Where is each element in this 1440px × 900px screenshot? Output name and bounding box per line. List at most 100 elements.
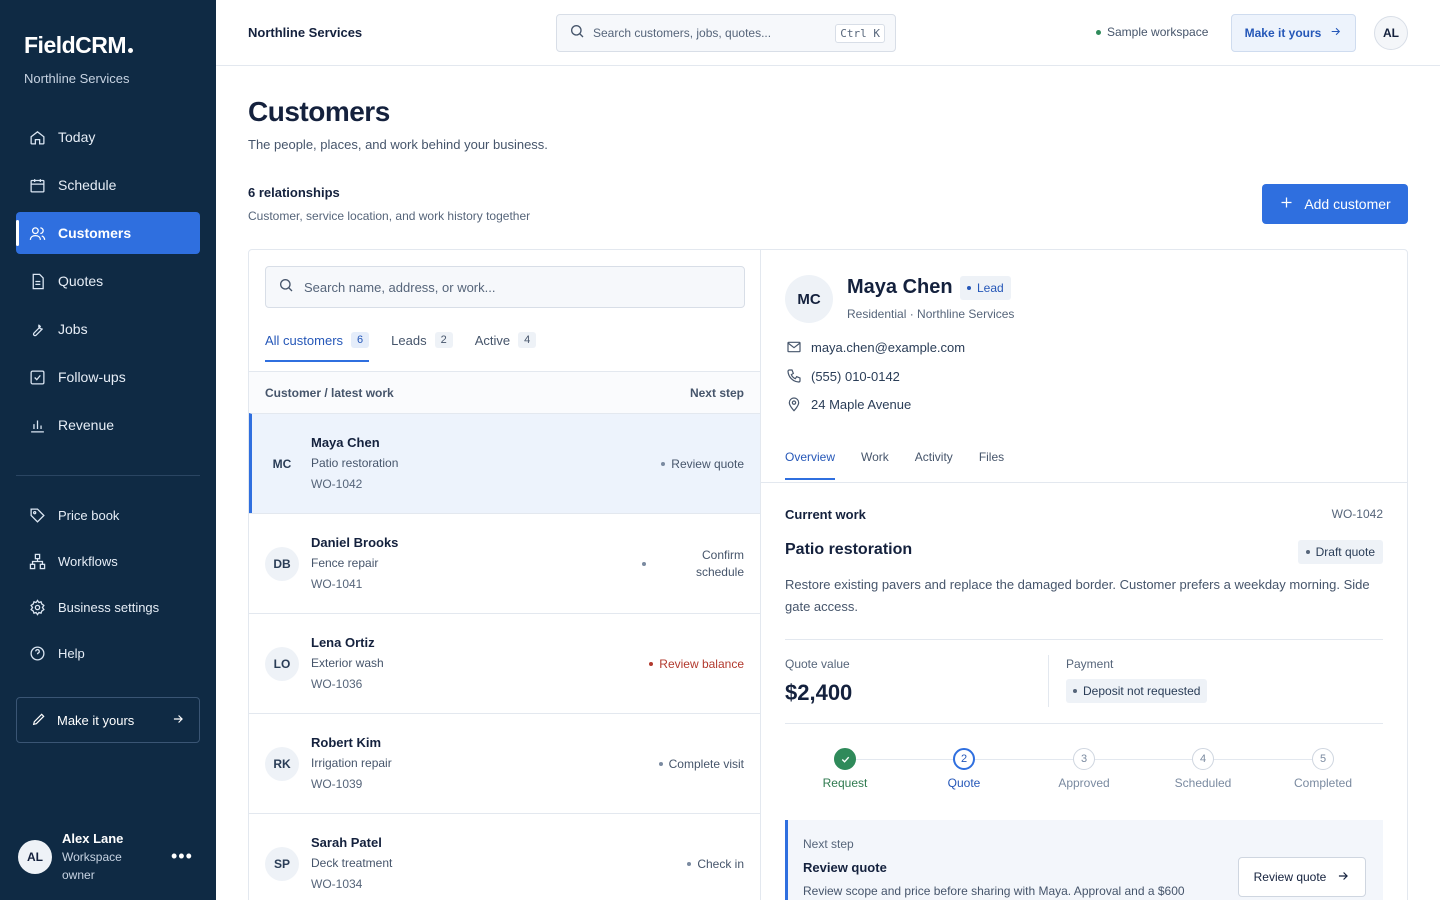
add-customer-button[interactable]: Add customer bbox=[1262, 184, 1408, 224]
list-header-customer: Customer / latest work bbox=[265, 385, 394, 400]
document-icon bbox=[28, 272, 46, 290]
customer-row[interactable]: DB Daniel Brooks Fence repair WO-1041 Co… bbox=[249, 513, 760, 613]
current-work-title: Patio restoration bbox=[785, 541, 913, 558]
tab-count: 4 bbox=[518, 332, 537, 348]
customer-filter-tabs: All customers 6 Leads 2 Active 4 bbox=[265, 332, 537, 362]
plus-icon bbox=[1279, 195, 1294, 213]
make-it-yours-top-button[interactable]: Make it yours bbox=[1231, 14, 1356, 52]
avatar: MC bbox=[272, 456, 292, 471]
phone-icon bbox=[785, 368, 803, 384]
contact-email[interactable]: maya.chen@example.com bbox=[785, 339, 965, 355]
work-order-id: WO-1041 bbox=[311, 577, 363, 591]
wrench-icon bbox=[28, 320, 46, 338]
step-completed: 5 Completed bbox=[1263, 748, 1383, 790]
work-title: Deck treatment bbox=[311, 856, 393, 870]
map-pin-icon bbox=[785, 396, 803, 412]
work-title: Exterior wash bbox=[311, 656, 384, 670]
user-role-line2: owner bbox=[62, 868, 95, 882]
current-work-id: WO-1042 bbox=[1331, 507, 1383, 521]
next-step-label: Complete visit bbox=[658, 757, 744, 771]
tab-count: 6 bbox=[351, 332, 370, 348]
work-order-id: WO-1039 bbox=[311, 777, 363, 791]
contact-phone[interactable]: (555) 010-0142 bbox=[785, 368, 900, 384]
current-work-label: Current work bbox=[785, 507, 866, 522]
sidebar-item-revenue[interactable]: Revenue bbox=[16, 404, 200, 446]
customer-detail-name: Maya Chen bbox=[847, 276, 953, 298]
tab-work[interactable]: Work bbox=[861, 450, 889, 480]
sidebar-item-jobs[interactable]: Jobs bbox=[16, 308, 200, 350]
sidebar-item-today[interactable]: Today bbox=[16, 116, 200, 158]
account-avatar[interactable]: AL bbox=[1374, 16, 1408, 50]
divider bbox=[785, 723, 1383, 724]
customer-row[interactable]: MC Maya Chen Patio restoration WO-1042 R… bbox=[249, 413, 760, 513]
status-badge: Lead bbox=[960, 276, 1011, 300]
customer-name: Robert Kim bbox=[311, 735, 382, 750]
more-options-icon[interactable]: ••• bbox=[171, 846, 193, 867]
work-title: Fence repair bbox=[311, 556, 379, 570]
tab-overview[interactable]: Overview bbox=[785, 450, 836, 480]
user-role-line1: Workspace bbox=[62, 850, 122, 864]
quote-value: $2,400 bbox=[785, 680, 853, 705]
arrow-right-icon bbox=[1336, 869, 1350, 886]
arrow-right-icon bbox=[1329, 25, 1342, 41]
bar-chart-icon bbox=[28, 416, 46, 434]
user-profile[interactable]: AL Alex Lane Workspace owner bbox=[18, 830, 142, 884]
relationship-count: 6 relationships bbox=[248, 185, 340, 200]
search-placeholder: Search customers, jobs, quotes... bbox=[593, 26, 772, 40]
search-shortcut: Ctrl K bbox=[835, 23, 885, 43]
tab-active[interactable]: Active 4 bbox=[475, 332, 537, 362]
customer-row[interactable]: RK Robert Kim Irrigation repair WO-1039 … bbox=[249, 713, 760, 813]
customer-name: Lena Ortiz bbox=[311, 635, 375, 650]
step-scheduled: 4 Scheduled bbox=[1143, 748, 1263, 790]
customer-meta: Residential · Northline Services bbox=[847, 307, 1015, 321]
workflow-icon bbox=[28, 552, 46, 570]
next-step-label: Review balance bbox=[649, 657, 744, 671]
global-search-input[interactable]: Search customers, jobs, quotes... Ctrl K bbox=[556, 14, 896, 52]
payment-status-badge: Deposit not requested bbox=[1066, 679, 1208, 703]
org-name: Northline Services bbox=[24, 71, 130, 86]
next-step-label: Check in bbox=[687, 857, 744, 871]
checkbox-icon bbox=[28, 368, 46, 386]
avatar: DB bbox=[265, 546, 299, 581]
step-quote: 2 Quote bbox=[904, 748, 1024, 790]
review-quote-button[interactable]: Review quote bbox=[1238, 857, 1366, 897]
make-it-yours-button[interactable]: Make it yours bbox=[16, 697, 200, 743]
sidebar-item-schedule[interactable]: Schedule bbox=[16, 164, 200, 206]
sidebar-item-business-settings[interactable]: Business settings bbox=[16, 588, 200, 626]
customer-search-input[interactable]: Search name, address, or work... bbox=[265, 266, 745, 308]
tab-activity[interactable]: Activity bbox=[915, 450, 953, 480]
customer-row[interactable]: LO Lena Ortiz Exterior wash WO-1036 Revi… bbox=[249, 613, 760, 713]
customer-row[interactable]: SP Sarah Patel Deck treatment WO-1034 Ch… bbox=[249, 813, 760, 900]
sidebar-item-workflows[interactable]: Workflows bbox=[16, 542, 200, 580]
step-request: Request bbox=[785, 748, 905, 790]
list-header: Customer / latest work Next step bbox=[249, 371, 760, 413]
sidebar: FieldCRM Northline Services Today Schedu… bbox=[0, 0, 216, 900]
sample-workspace-badge: Sample workspace bbox=[1096, 25, 1208, 39]
divider bbox=[1048, 655, 1049, 707]
sidebar-item-help[interactable]: Help bbox=[16, 634, 200, 672]
help-icon bbox=[28, 644, 46, 662]
sidebar-item-follow-ups[interactable]: Follow-ups bbox=[16, 356, 200, 398]
sidebar-item-customers[interactable]: Customers bbox=[16, 212, 200, 254]
customer-name: Sarah Patel bbox=[311, 835, 382, 850]
arrow-right-icon bbox=[171, 712, 185, 729]
brand-logo[interactable]: FieldCRM bbox=[24, 32, 134, 59]
home-icon bbox=[28, 128, 46, 146]
tab-leads[interactable]: Leads 2 bbox=[391, 332, 453, 362]
customer-detail-pane: MC Maya Chen Lead Residential · Northlin… bbox=[761, 250, 1407, 900]
user-name: Alex Lane bbox=[62, 831, 124, 846]
divider bbox=[785, 639, 1383, 640]
sidebar-item-price-book[interactable]: Price book bbox=[16, 496, 200, 534]
check-icon bbox=[834, 748, 856, 770]
customer-list-pane: Search name, address, or work... All cus… bbox=[249, 250, 761, 900]
next-step-label: Next step bbox=[803, 837, 854, 851]
tab-all-customers[interactable]: All customers 6 bbox=[265, 332, 370, 362]
contact-address[interactable]: 24 Maple Avenue bbox=[785, 396, 911, 412]
tab-files[interactable]: Files bbox=[979, 450, 1004, 480]
relationship-subtitle: Customer, service location, and work his… bbox=[248, 209, 531, 223]
quote-value-label: Quote value bbox=[785, 657, 850, 671]
work-title: Patio restoration bbox=[311, 456, 399, 470]
next-step-title: Review quote bbox=[803, 860, 887, 875]
settings-icon bbox=[28, 598, 46, 616]
sidebar-item-quotes[interactable]: Quotes bbox=[16, 260, 200, 302]
